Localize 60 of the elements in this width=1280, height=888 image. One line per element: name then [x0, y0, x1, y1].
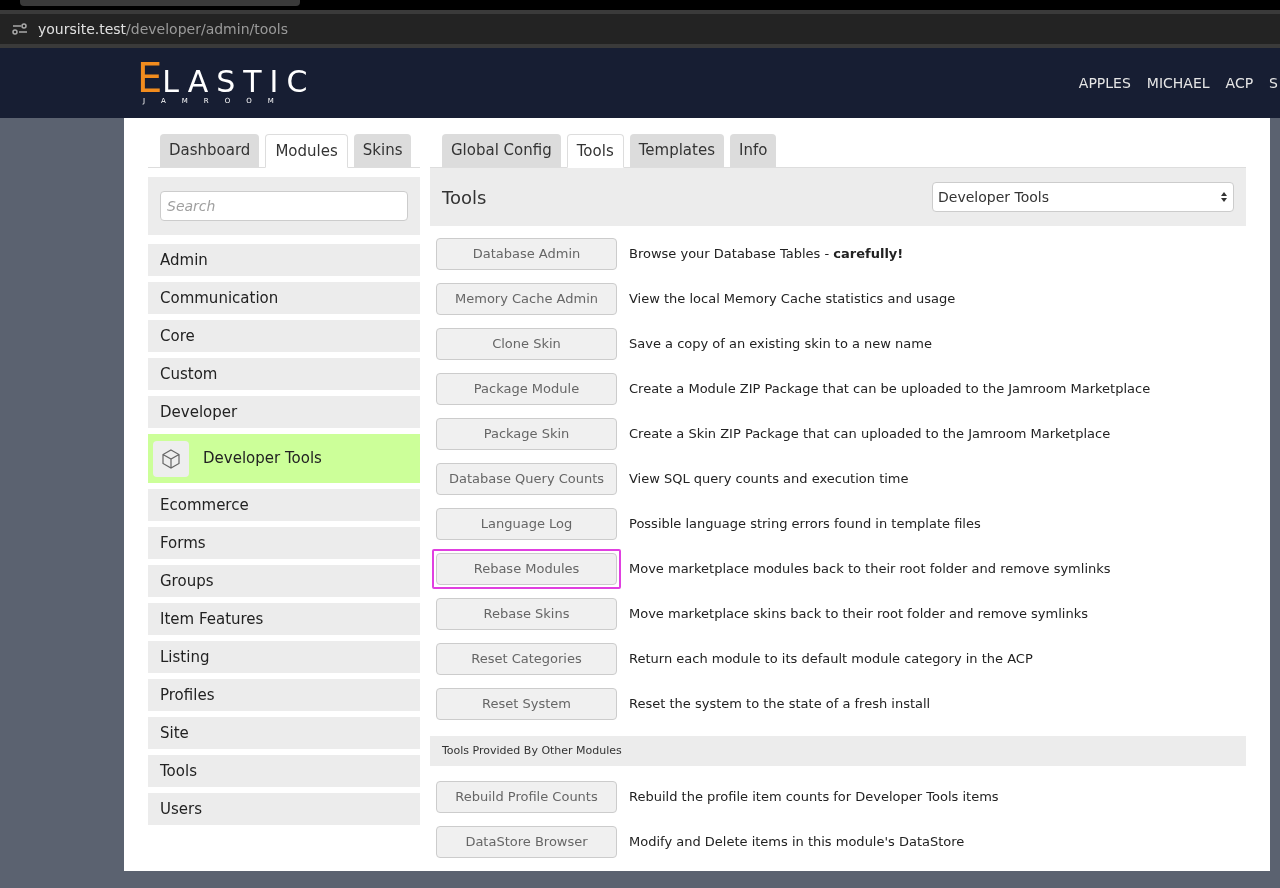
tool-description: Save a copy of an existing skin to a new name: [629, 335, 932, 354]
nav-link[interactable]: ACP: [1225, 72, 1254, 94]
tab[interactable]: Global Config: [442, 134, 561, 167]
tool-button[interactable]: Memory Cache Admin: [436, 283, 617, 315]
section-heading: Tools Provided By Other Modules: [442, 742, 622, 759]
sidebar-item[interactable]: Admin: [148, 244, 420, 276]
tool-button[interactable]: Rebase Modules: [436, 553, 617, 585]
tab[interactable]: Templates: [629, 134, 724, 167]
category-dropdown[interactable]: Developer Tools: [932, 182, 1234, 212]
nav-link[interactable]: S: [1269, 72, 1278, 94]
tool-description: Move marketplace skins back to their root folder and remove symlinks: [629, 605, 1088, 624]
tool-description: Modify and Delete items in this module's DataStore: [629, 833, 965, 852]
sidebar-item[interactable]: Item Features: [148, 603, 420, 635]
sidebar-item[interactable]: Groups: [148, 565, 420, 597]
sidebar-item[interactable]: Ecommerce: [148, 489, 420, 521]
tool-button[interactable]: Language Log: [436, 508, 617, 540]
nav-link[interactable]: APPLES: [1078, 72, 1131, 94]
sidebar-item[interactable]: Listing: [148, 641, 420, 673]
tool-button[interactable]: Package Module: [436, 373, 617, 405]
sidebar-item[interactable]: Site: [148, 717, 420, 749]
tool-description: Possible language string errors found in template files: [629, 515, 981, 534]
tool-button[interactable]: Clone Skin: [436, 328, 617, 360]
tool-description: View the local Memory Cache statistics and usage: [629, 290, 956, 309]
tab[interactable]: Dashboard: [160, 134, 260, 167]
sidebar-item[interactable]: Developer Tools: [148, 434, 420, 483]
site-settings-icon[interactable]: [12, 23, 28, 35]
tool-description: Reset the system to the state of a fresh install: [629, 695, 931, 714]
url-field[interactable]: yoursite.test/developer/admin/tools: [38, 18, 289, 40]
tool-description: Browse your Database Tables - carefully!: [629, 245, 904, 264]
tab[interactable]: Tools: [566, 134, 624, 168]
sidebar-item[interactable]: Tools: [148, 755, 420, 787]
sidebar-item[interactable]: Custom: [148, 358, 420, 390]
tool-description: Create a Module ZIP Package that can be uploaded to the Jamroom Marketplace: [629, 380, 1151, 399]
tab[interactable]: Modules: [265, 134, 348, 168]
tool-description: View SQL query counts and execution time: [629, 470, 909, 489]
tool-button[interactable]: Rebuild Profile Counts: [436, 781, 617, 813]
tool-button[interactable]: Rebase Skins: [436, 598, 617, 630]
nav-link[interactable]: MICHAEL: [1146, 72, 1210, 94]
panel-title: Tools: [442, 185, 487, 210]
sidebar-item[interactable]: Developer: [148, 396, 420, 428]
sort-arrows-icon: [1220, 191, 1228, 203]
tool-description: Return each module to its default module category in the ACP: [629, 650, 1033, 669]
tool-button[interactable]: Reset System: [436, 688, 617, 720]
sidebar-item[interactable]: Core: [148, 320, 420, 352]
tool-button[interactable]: DataStore Browser: [436, 826, 617, 858]
tab[interactable]: Skins: [353, 134, 412, 167]
cube-icon: [153, 440, 189, 477]
tool-description: Move marketplace modules back to their root folder and remove symlinks: [629, 560, 1111, 579]
tool-button[interactable]: Database Query Counts: [436, 463, 617, 495]
tool-description: Create a Skin ZIP Package that can uploaded to the Jamroom Marketplace: [629, 425, 1111, 444]
sidebar-item[interactable]: Users: [148, 793, 420, 825]
tool-button[interactable]: Package Skin: [436, 418, 617, 450]
tool-button[interactable]: Database Admin: [436, 238, 617, 270]
search-field[interactable]: Search: [160, 191, 408, 221]
tab[interactable]: Info: [729, 134, 777, 167]
sidebar-item[interactable]: Forms: [148, 527, 420, 559]
tool-button[interactable]: Reset Categories: [436, 643, 617, 675]
tool-description: Rebuild the profile item counts for Developer Tools items: [629, 788, 999, 807]
sidebar-item[interactable]: Profiles: [148, 679, 420, 711]
sidebar-item[interactable]: Communication: [148, 282, 420, 314]
